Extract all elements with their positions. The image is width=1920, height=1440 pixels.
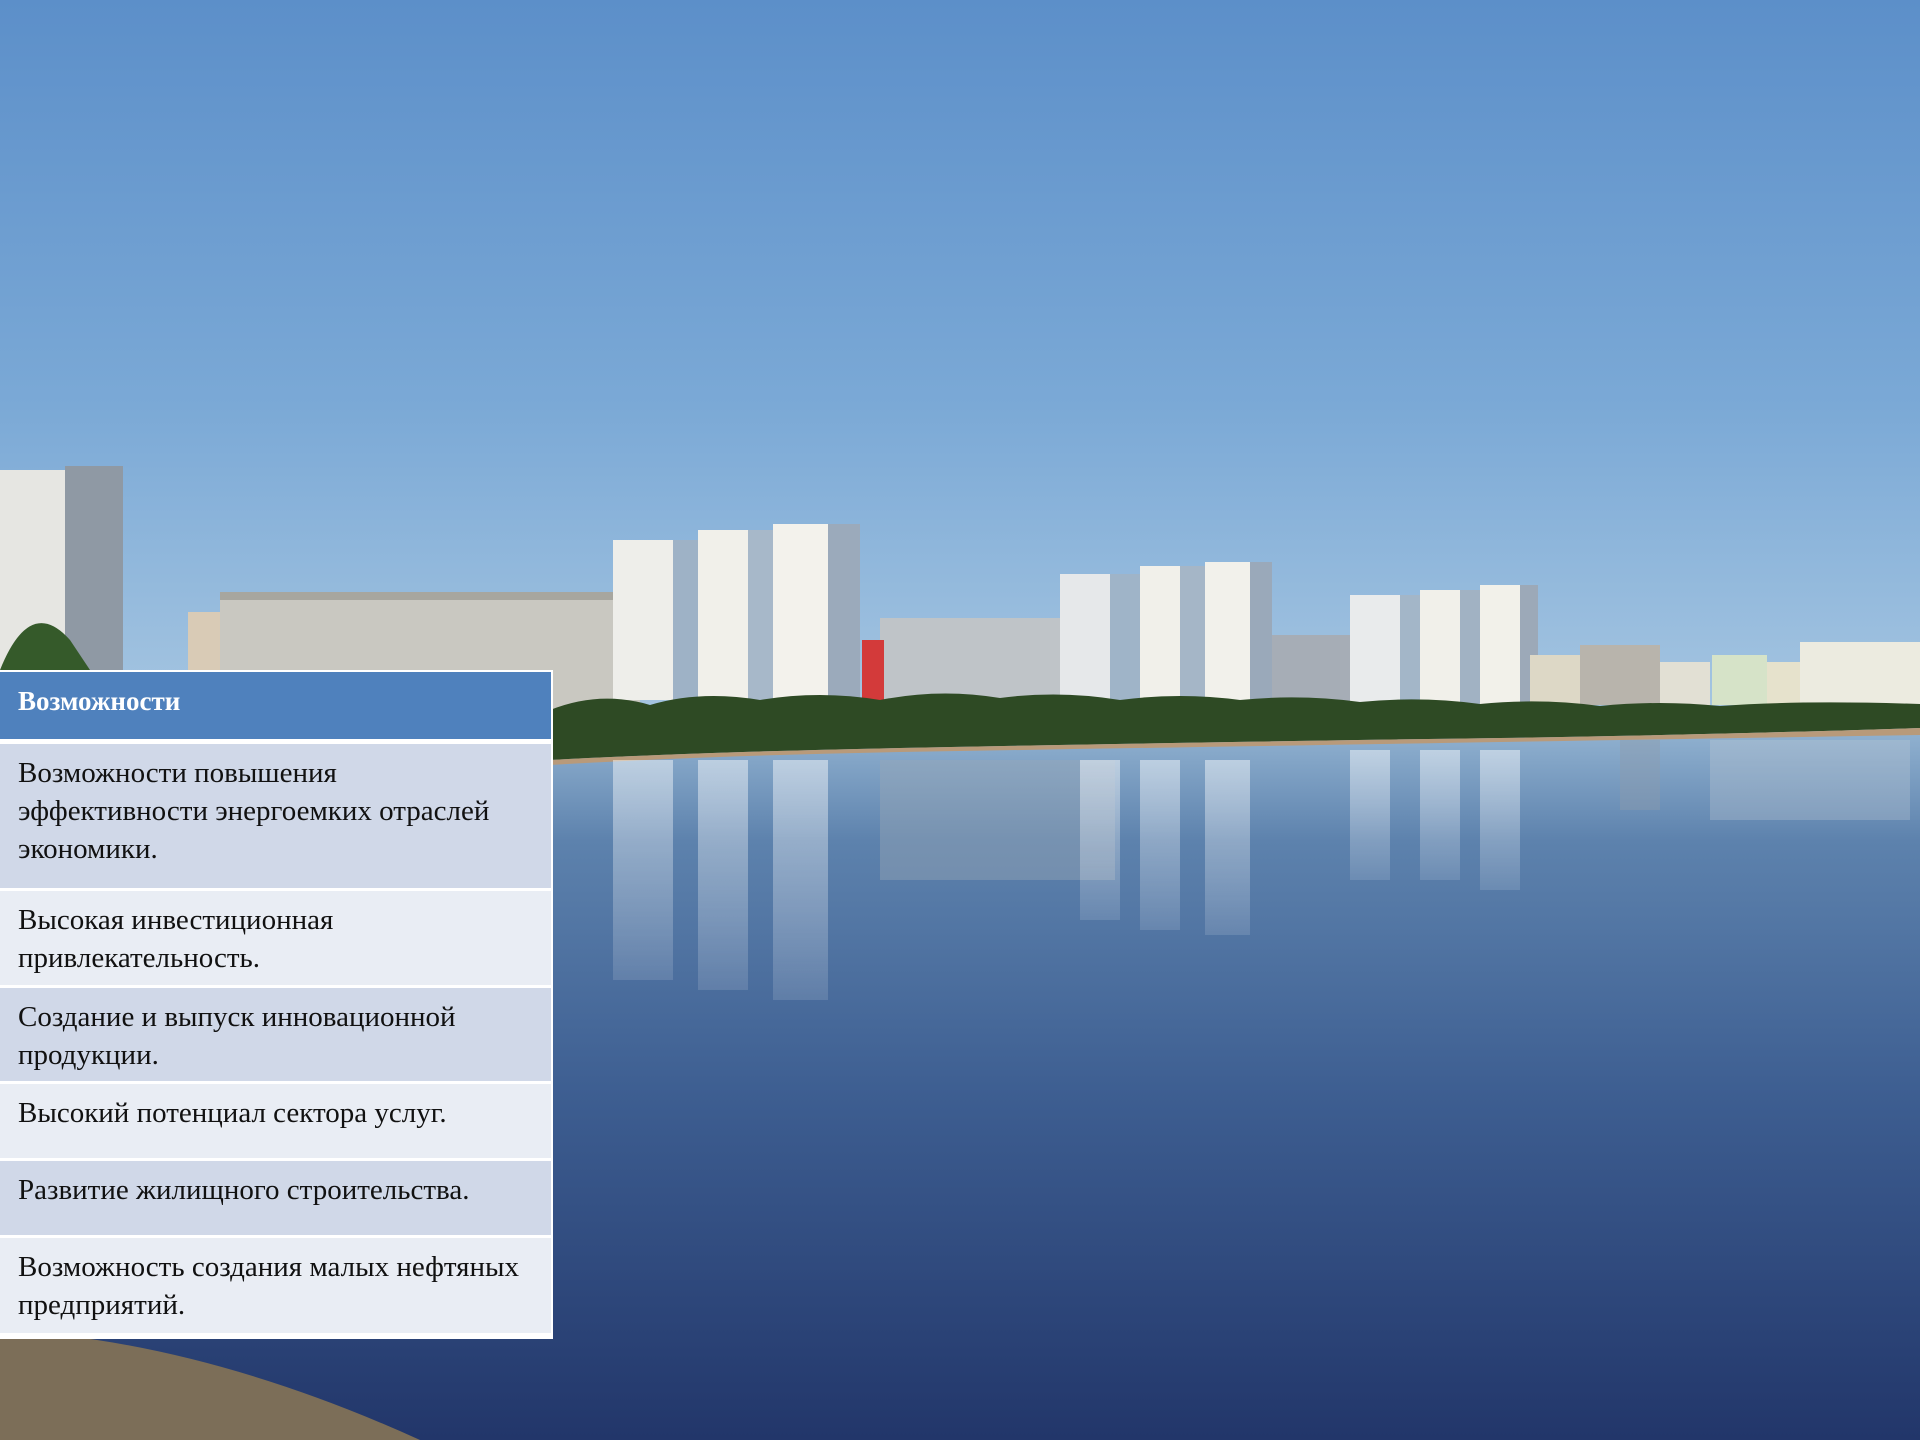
table-row: Высокая инвестиционная привлекательность… <box>0 891 551 988</box>
opportunities-table: Возможности Возможности повышения эффект… <box>0 670 553 1339</box>
slide: Возможности Возможности повышения эффект… <box>0 0 1920 1440</box>
table-row: Развитие жилищного строительства. <box>0 1161 551 1238</box>
table-header: Возможности <box>0 672 551 744</box>
table-row: Высокий потенциал сектора услуг. <box>0 1084 551 1161</box>
table-row: Возможности повышения эффективности энер… <box>0 744 551 891</box>
table-row: Создание и выпуск инновационной продукци… <box>0 988 551 1084</box>
table-row: Возможность создания малых нефтяных пред… <box>0 1238 551 1336</box>
